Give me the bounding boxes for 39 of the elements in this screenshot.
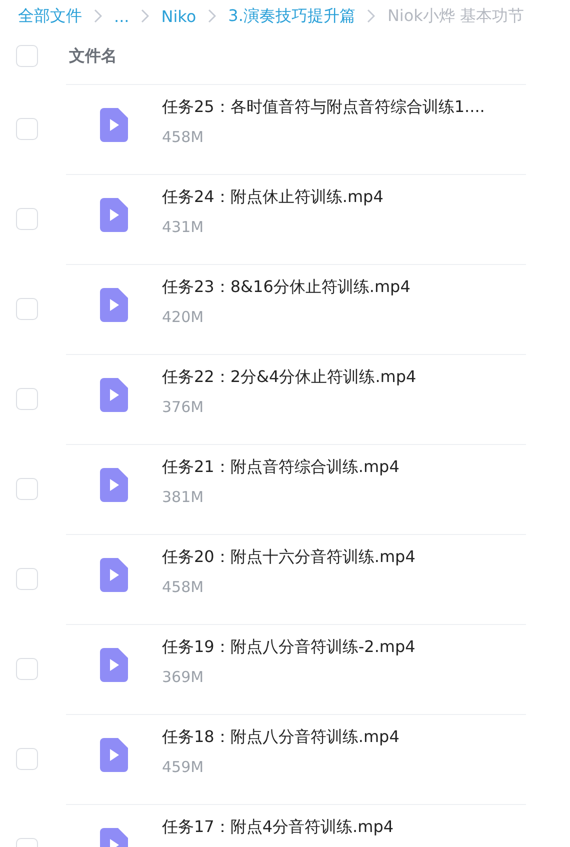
- video-file-icon: [100, 288, 128, 322]
- video-file-icon: [100, 468, 128, 502]
- file-size: 431M: [162, 218, 205, 236]
- file-name[interactable]: 任务24：附点休止符训练.mp4: [162, 186, 384, 208]
- file-name[interactable]: 任务21：附点音符综合训练.mp4: [162, 456, 400, 478]
- checkbox[interactable]: [16, 568, 38, 590]
- checkbox[interactable]: [16, 45, 38, 67]
- chevron-icon: [208, 9, 216, 23]
- file-name[interactable]: 任务18：附点八分音符训练.mp4: [162, 726, 400, 748]
- video-file-icon: [100, 108, 128, 142]
- file-size: 376M: [162, 398, 205, 416]
- file-name[interactable]: 任务22：2分&4分休止符训练.mp4: [162, 366, 416, 388]
- checkbox[interactable]: [16, 388, 38, 410]
- file-size: 458M: [162, 578, 205, 596]
- video-file-icon: [100, 558, 128, 592]
- file-size: 420M: [162, 308, 205, 326]
- video-file-icon: [100, 198, 128, 232]
- file-size: 459M: [162, 758, 205, 776]
- video-file-icon: [100, 378, 128, 412]
- checkbox[interactable]: [16, 658, 38, 680]
- file-name[interactable]: 任务23：8&16分休止符训练.mp4: [162, 276, 410, 298]
- file-name[interactable]: 任务19：附点八分音符训练-2.mp4: [162, 636, 416, 658]
- checkbox[interactable]: [16, 478, 38, 500]
- checkbox[interactable]: [16, 118, 38, 140]
- file-name[interactable]: 任务25：各时值音符与附点音符综合训练1....: [162, 96, 485, 118]
- chevron-icon: [141, 9, 150, 23]
- checkbox[interactable]: [16, 748, 38, 770]
- file-size: 381M: [162, 488, 205, 506]
- column-header: 文件名: [69, 46, 117, 66]
- chevron-icon: [94, 9, 102, 23]
- video-file-icon: [100, 738, 128, 772]
- file-size: 369M: [162, 668, 205, 686]
- file-name[interactable]: 任务20：附点十六分音符训练.mp4: [162, 546, 416, 568]
- chevron-icon: [367, 9, 376, 23]
- file-size: 458M: [162, 128, 205, 146]
- file-name[interactable]: 任务17：附点4分音符训练.mp4: [162, 816, 394, 838]
- video-file-icon: [100, 648, 128, 682]
- checkbox[interactable]: [16, 208, 38, 230]
- checkbox[interactable]: [16, 298, 38, 320]
